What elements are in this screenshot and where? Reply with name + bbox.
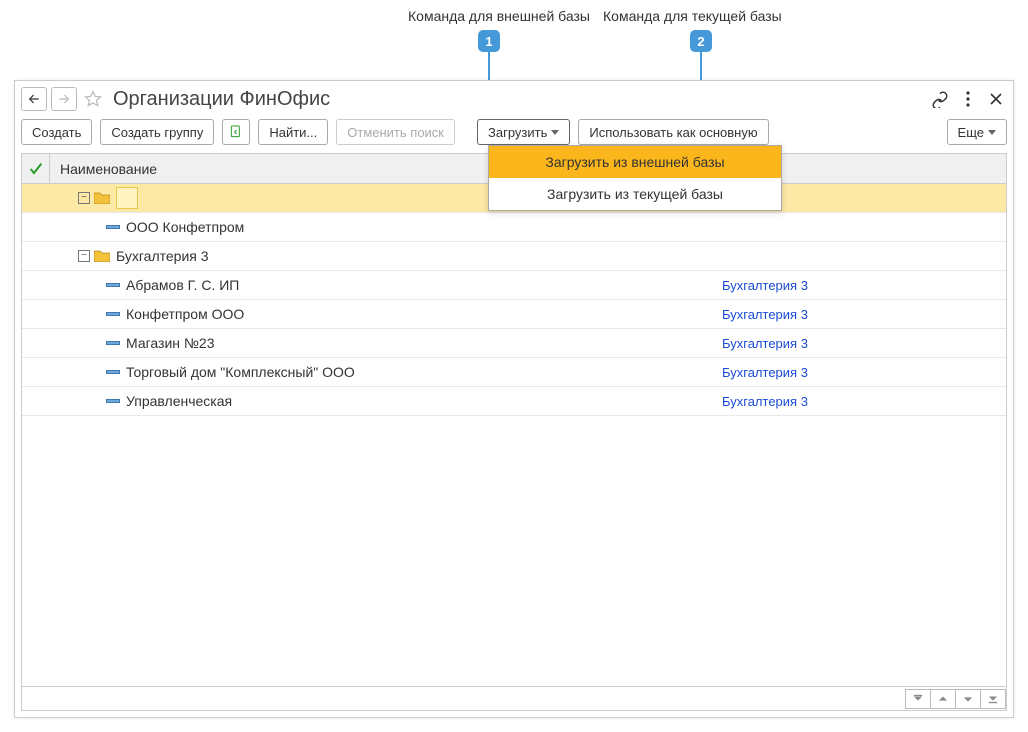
pager-down-button[interactable]	[955, 689, 981, 709]
create-label: Создать	[32, 125, 81, 140]
load-label: Загрузить	[488, 125, 547, 140]
annotation-1-badge: 1	[478, 30, 500, 52]
page-title: Организации ФинОфис	[113, 88, 927, 111]
table-row[interactable]: Конфетпром ООО Бухгалтерия 3	[22, 300, 1006, 329]
table-row[interactable]: − Бухгалтерия 3	[22, 242, 1006, 271]
tree-toggle[interactable]: −	[78, 250, 90, 262]
caret-down-icon	[551, 130, 559, 135]
more-button[interactable]: Еще	[947, 119, 1007, 145]
row-base: Бухгалтерия 3	[716, 278, 1006, 293]
table-row[interactable]: Абрамов Г. С. ИП Бухгалтерия 3	[22, 271, 1006, 300]
row-base: Бухгалтерия 3	[716, 365, 1006, 380]
use-as-main-button[interactable]: Использовать как основную	[578, 119, 768, 145]
cancel-search-button: Отменить поиск	[336, 119, 455, 145]
annotation-1-label: Команда для внешней базы	[408, 8, 590, 24]
app-window: Организации ФинОфис Создать Создать груп…	[14, 80, 1014, 718]
find-label: Найти...	[269, 125, 317, 140]
favorite-star-icon[interactable]	[81, 87, 105, 111]
row-name: Бухгалтерия 3	[116, 248, 209, 264]
row-base: Бухгалтерия 3	[716, 307, 1006, 322]
selection-highlight	[116, 187, 138, 209]
folder-icon	[94, 192, 110, 204]
annotation-2-badge: 2	[690, 30, 712, 52]
row-name: Магазин №23	[126, 335, 214, 351]
table-body: −ООО Конфетпром−Бухгалтерия 3Абрамов Г. …	[22, 184, 1006, 686]
dropdown-item-external[interactable]: Загрузить из внешней базы	[489, 146, 781, 178]
dropdown-item-current[interactable]: Загрузить из текущей базы	[489, 178, 781, 210]
refresh-button[interactable]	[222, 119, 250, 145]
load-dropdown-button[interactable]: Загрузить	[477, 119, 570, 145]
link-icon[interactable]	[931, 90, 949, 108]
find-button[interactable]: Найти...	[258, 119, 328, 145]
row-base: Бухгалтерия 3	[716, 394, 1006, 409]
nav-back-button[interactable]	[21, 87, 47, 111]
use-as-main-label: Использовать как основную	[589, 125, 757, 140]
row-name: Конфетпром ООО	[126, 306, 244, 322]
pager-last-button[interactable]	[980, 689, 1006, 709]
item-icon	[106, 399, 120, 403]
caret-down-icon	[988, 130, 996, 135]
cancel-search-label: Отменить поиск	[347, 125, 444, 140]
create-group-label: Создать группу	[111, 125, 203, 140]
table-row[interactable]: Торговый дом "Комплексный" ООО Бухгалтери…	[22, 358, 1006, 387]
header-check-icon[interactable]	[22, 154, 50, 183]
nav-forward-button[interactable]	[51, 87, 77, 111]
row-name: Управленческая	[126, 393, 232, 409]
row-name: Абрамов Г. С. ИП	[126, 277, 239, 293]
item-icon	[106, 283, 120, 287]
load-dropdown-menu: Загрузить из внешней базы Загрузить из т…	[488, 145, 782, 211]
row-base: Бухгалтерия 3	[716, 336, 1006, 351]
folder-icon	[94, 250, 110, 262]
table-row[interactable]: ООО Конфетпром	[22, 213, 1006, 242]
tree-toggle[interactable]: −	[78, 192, 90, 204]
pager-up-button[interactable]	[930, 689, 956, 709]
row-name: ООО Конфетпром	[126, 219, 244, 235]
item-icon	[106, 370, 120, 374]
item-icon	[106, 312, 120, 316]
create-button[interactable]: Создать	[21, 119, 92, 145]
annotation-2-label: Команда для текущей базы	[603, 8, 782, 24]
pager-first-button[interactable]	[905, 689, 931, 709]
table-row[interactable]: Магазин №23 Бухгалтерия 3	[22, 329, 1006, 358]
item-icon	[106, 341, 120, 345]
create-group-button[interactable]: Создать группу	[100, 119, 214, 145]
item-icon	[106, 225, 120, 229]
close-icon[interactable]	[987, 90, 1005, 108]
kebab-menu-icon[interactable]	[959, 90, 977, 108]
table-row[interactable]: Управленческая Бухгалтерия 3	[22, 387, 1006, 416]
row-name: Торговый дом "Комплексный" ООО	[126, 364, 355, 380]
more-label: Еще	[958, 125, 984, 140]
